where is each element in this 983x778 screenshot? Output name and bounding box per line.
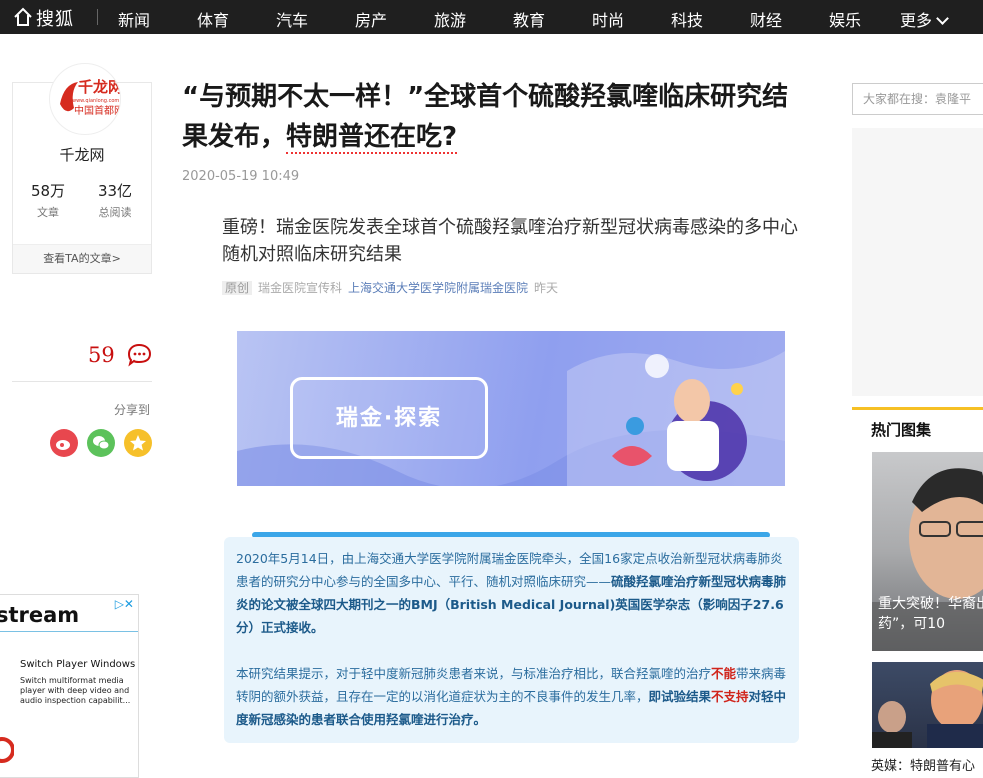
inner-article-title: 重磅！瑞金医院发表全球首个硫酸羟氯喹治疗新型冠状病毒感染的多中心随机对照临床研究… xyxy=(222,217,798,265)
wechat-icon xyxy=(93,436,110,450)
ad-brand-logo: stream xyxy=(0,603,80,627)
author-name[interactable]: 千龙网 xyxy=(13,144,151,165)
article-title: “与预期不太一样！”全球首个硫酸羟氯喹临床研究结果发布，特朗普还在吃? xyxy=(182,77,812,157)
banner-text: 瑞金·探索 xyxy=(335,406,443,431)
logo-text: 千龙网 xyxy=(78,78,120,96)
nav-item-sports[interactable]: 体育 xyxy=(197,7,229,31)
top-nav: 搜狐 新闻 体育 汽车 房产 旅游 教育 时尚 科技 财经 娱乐 更多 xyxy=(0,0,983,34)
chevron-down-icon xyxy=(936,12,949,25)
logo-sub: 中国首都网 xyxy=(74,104,120,117)
hot-gallery-photo-2 xyxy=(872,670,983,748)
hot-gallery-accent xyxy=(852,407,983,410)
advertisement[interactable]: stream ▷✕ Switch Player Windows Switch m… xyxy=(0,594,139,778)
article-title-part1: “与预期不太一样！”全球首个硫酸羟氯喹临床研究结果发布， xyxy=(182,82,789,152)
article-date: 2020-05-19 10:49 xyxy=(182,169,300,184)
stat-reads-value: 33亿 xyxy=(97,182,133,200)
stat-articles-value: 58万 xyxy=(30,182,66,200)
weibo-share-button[interactable] xyxy=(50,429,78,457)
brand-logo[interactable]: 搜狐 xyxy=(36,5,74,31)
ad-media-icon xyxy=(0,737,14,763)
info-panel: 2020年5月14日，由上海交通大学医学院附属瑞金医院牵头，全国16家定点收治新… xyxy=(224,537,799,743)
hot-gallery-item-1[interactable]: 重大突破！华裔出“解药”，可10 xyxy=(872,452,983,651)
author-card: 千龙网 www.qianlong.com 中国首都网 千龙网 58万 文章 33… xyxy=(12,63,152,274)
nav-item-more[interactable]: 更多 xyxy=(900,7,949,31)
ad-choices-icon[interactable]: ▷✕ xyxy=(115,597,134,611)
info-p2-red-1: 不能 xyxy=(711,666,737,681)
home-icon[interactable] xyxy=(12,6,34,28)
meta-department: 瑞金医院宣传科 xyxy=(258,281,343,295)
inner-article-meta: 原创 瑞金医院宣传科 上海交通大学医学院附属瑞金医院 昨天 xyxy=(222,279,558,296)
nav-item-finance[interactable]: 财经 xyxy=(750,7,782,31)
meta-time: 昨天 xyxy=(534,281,559,295)
wechat-share-button[interactable] xyxy=(87,429,115,457)
hot-gallery-caption-1: 重大突破！华裔出“解药”，可10 xyxy=(878,596,983,632)
logo-url: www.qianlong.com xyxy=(72,98,119,104)
stat-articles-label: 文章 xyxy=(37,206,59,219)
meta-organization[interactable]: 上海交通大学医学院附属瑞金医院 xyxy=(348,281,528,295)
info-paragraph-2: 本研究结果提示，对于轻中度新冠肺炎患者来说，与标准治疗相比，联合羟氯喹的治疗不能… xyxy=(236,662,787,731)
nav-item-fashion[interactable]: 时尚 xyxy=(592,7,624,31)
weibo-icon xyxy=(56,440,70,450)
original-tag: 原创 xyxy=(222,281,253,295)
stat-reads: 33亿 总阅读 xyxy=(85,180,145,220)
ad-divider xyxy=(0,631,138,632)
avatar[interactable]: 千龙网 www.qianlong.com 中国首都网 xyxy=(49,63,121,135)
nav-item-travel[interactable]: 旅游 xyxy=(434,7,466,31)
ad-title[interactable]: Switch Player Windows xyxy=(20,659,135,670)
search-input[interactable]: 大家都在搜：袁隆平 xyxy=(852,83,983,115)
comment-count[interactable]: 59 xyxy=(88,343,115,367)
stat-articles: 58万 文章 xyxy=(18,180,78,220)
nav-item-auto[interactable]: 汽车 xyxy=(276,7,308,31)
banner-title-frame: 瑞金·探索 xyxy=(290,377,488,459)
ad-description: Switch multiformat media player with dee… xyxy=(20,676,131,705)
qzone-share-button[interactable] xyxy=(124,429,152,457)
hot-gallery-title: 热门图集 xyxy=(871,421,932,439)
article-banner-image: 瑞金·探索 xyxy=(237,331,785,486)
comment-icon[interactable] xyxy=(126,343,152,367)
article-title-part2: 特朗普还在吃? xyxy=(286,122,458,154)
hot-gallery-caption-2[interactable]: 英媒：特朗普有心 xyxy=(871,755,975,774)
nav-item-education[interactable]: 教育 xyxy=(513,7,545,31)
nav-item-tech[interactable]: 科技 xyxy=(671,7,703,31)
sidebar-divider xyxy=(12,381,152,382)
sidebar-ad-slot xyxy=(852,128,983,396)
hot-gallery-item-2[interactable] xyxy=(872,662,983,748)
share-label: 分享到 xyxy=(113,403,150,417)
info-p2-text-a: 本研究结果提示，对于轻中度新冠肺炎患者来说，与标准治疗相比，联合羟氯喹的治疗 xyxy=(236,666,712,681)
view-author-articles-link[interactable]: 查看TA的文章> xyxy=(13,244,151,273)
nav-item-news[interactable]: 新闻 xyxy=(118,7,150,31)
stat-reads-label: 总阅读 xyxy=(98,206,132,219)
nav-item-entertainment[interactable]: 娱乐 xyxy=(829,7,861,31)
qianlong-logo-icon: 千龙网 www.qianlong.com 中国首都网 xyxy=(51,65,120,133)
nav-divider xyxy=(97,9,98,25)
info-p2-red-2: 不支持 xyxy=(711,689,749,704)
nav-more-label: 更多 xyxy=(900,11,933,30)
star-icon xyxy=(130,435,146,451)
info-p2-bold-c: 即试验结果 xyxy=(648,689,712,704)
nav-item-realestate[interactable]: 房产 xyxy=(355,7,387,31)
info-paragraph-1: 2020年5月14日，由上海交通大学医学院附属瑞金医院牵头，全国16家定点收治新… xyxy=(236,547,787,639)
